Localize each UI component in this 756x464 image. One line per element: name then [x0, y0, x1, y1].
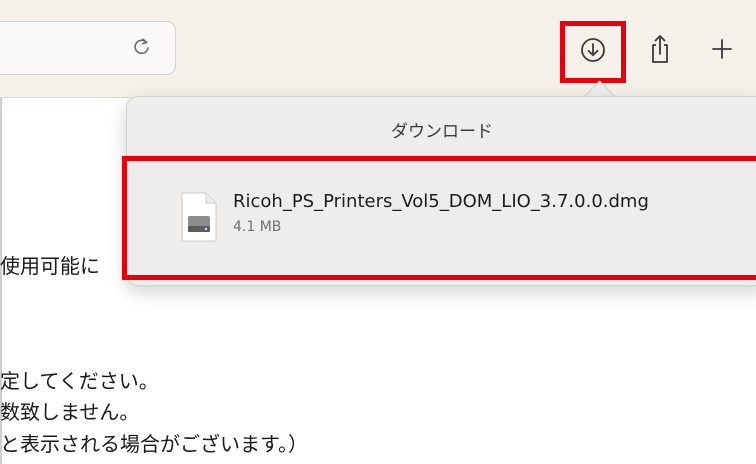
download-button-highlight — [560, 21, 626, 83]
page-text-line: 数致しません。 — [0, 400, 140, 424]
popover-title: ダウンロード — [391, 122, 493, 142]
new-tab-button[interactable] — [700, 27, 744, 75]
share-button[interactable] — [640, 27, 680, 75]
plus-icon — [710, 37, 734, 65]
address-bar[interactable] — [0, 21, 176, 75]
share-icon — [647, 33, 673, 69]
browser-toolbar — [0, 0, 756, 98]
download-item-highlight — [122, 156, 756, 280]
reload-icon[interactable] — [131, 36, 153, 58]
page-text-line: 定してください。 — [0, 369, 159, 393]
page-text-line: と表示される場合がございます。） — [0, 432, 308, 456]
page-text-line: 使用可能に — [0, 254, 100, 278]
